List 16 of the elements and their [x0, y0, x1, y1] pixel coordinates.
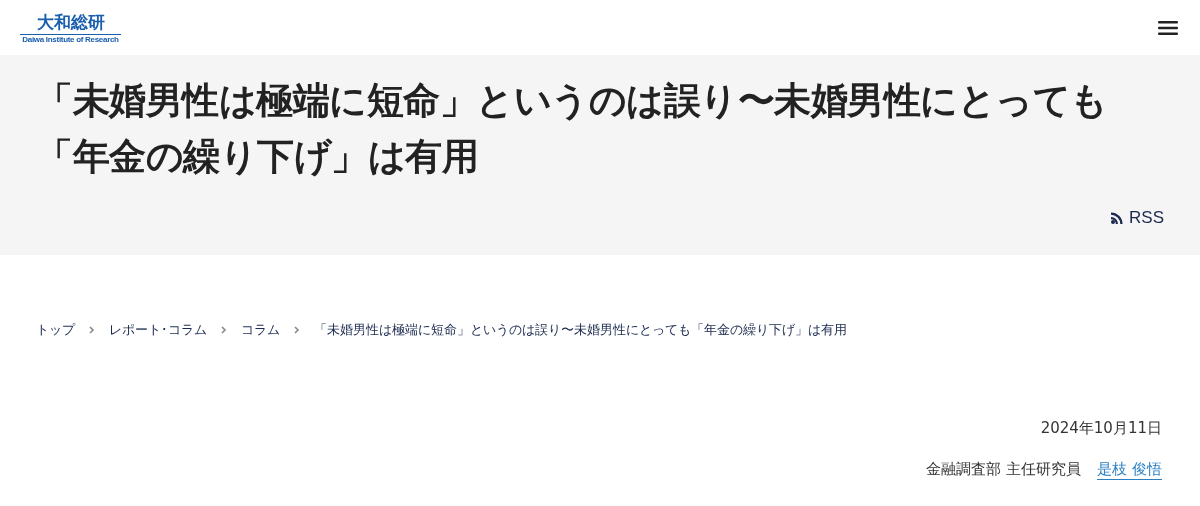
rss-icon — [1111, 212, 1124, 224]
breadcrumb-link[interactable]: レポート･コラム — [109, 321, 207, 339]
author-department: 金融調査部 主任研究員 — [926, 460, 1082, 480]
chevron-icon — [89, 326, 95, 334]
breadcrumb-link[interactable]: コラム — [241, 321, 280, 339]
publish-date: 2024年10月11日 — [1040, 419, 1162, 438]
rss-link[interactable]: RSS — [1111, 208, 1164, 228]
chevron-icon — [221, 326, 227, 334]
chevron-icon — [294, 326, 300, 334]
logo-name[interactable]: 大和総研 — [20, 11, 121, 35]
breadcrumb-current: 「未婚男性は極端に短命」というのは誤り〜未婚男性にとっても「年金の繰り下げ」は有用 — [314, 321, 847, 339]
page-title: 「未婚男性は極端に短命」というのは誤り〜未婚男性にとっても 「年金の繰り下げ」は有用 — [36, 78, 1109, 180]
menu-icon[interactable] — [1158, 19, 1178, 36]
logo-subtitle[interactable]: Daiwa Institute of Research — [22, 34, 119, 44]
author-link[interactable]: 是枝 俊悟 — [1097, 460, 1162, 480]
breadcrumb-link[interactable]: トップ — [36, 321, 75, 339]
